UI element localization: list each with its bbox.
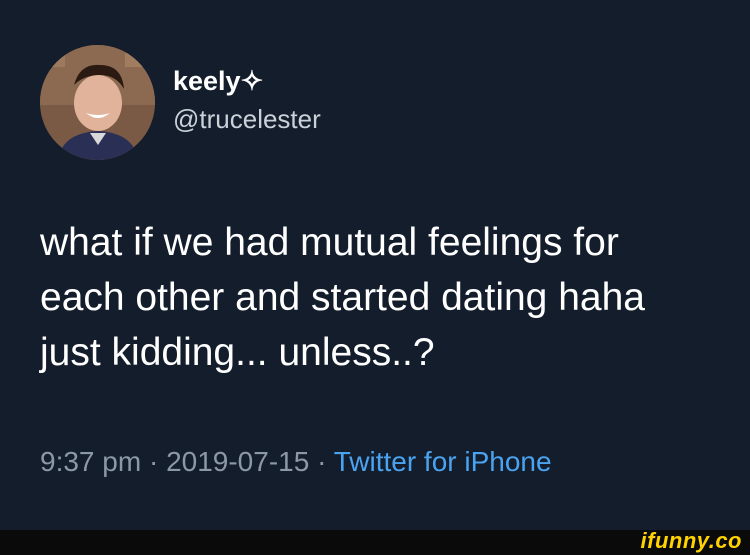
tweet-text-line: what if we had mutual feelings for xyxy=(40,221,619,264)
watermark-bar xyxy=(0,530,750,555)
display-name[interactable]: keely✧ xyxy=(173,66,263,97)
tweet-time[interactable]: 9:37 pm xyxy=(40,446,141,477)
ifunny-watermark: ifunny.co xyxy=(640,528,742,553)
tweet-text: what if we had mutual feelings for each … xyxy=(40,215,740,380)
user-handle[interactable]: @trucelester xyxy=(173,104,321,135)
avatar[interactable] xyxy=(40,45,155,160)
tweet-source-link[interactable]: Twitter for iPhone xyxy=(334,446,552,477)
tweet-date[interactable]: 2019-07-15 xyxy=(166,446,309,477)
tweet-text-line: just kidding... unless..? xyxy=(40,331,435,374)
separator-dot: · xyxy=(309,446,334,477)
avatar-photo xyxy=(40,45,155,160)
tweet-metadata: 9:37 pm · 2019-07-15 · Twitter for iPhon… xyxy=(40,446,552,478)
separator-dot: · xyxy=(141,446,167,477)
tweet-card: keely✧ @trucelester what if we had mutua… xyxy=(0,0,750,530)
tweet-text-line: each other and started dating haha xyxy=(40,276,645,319)
